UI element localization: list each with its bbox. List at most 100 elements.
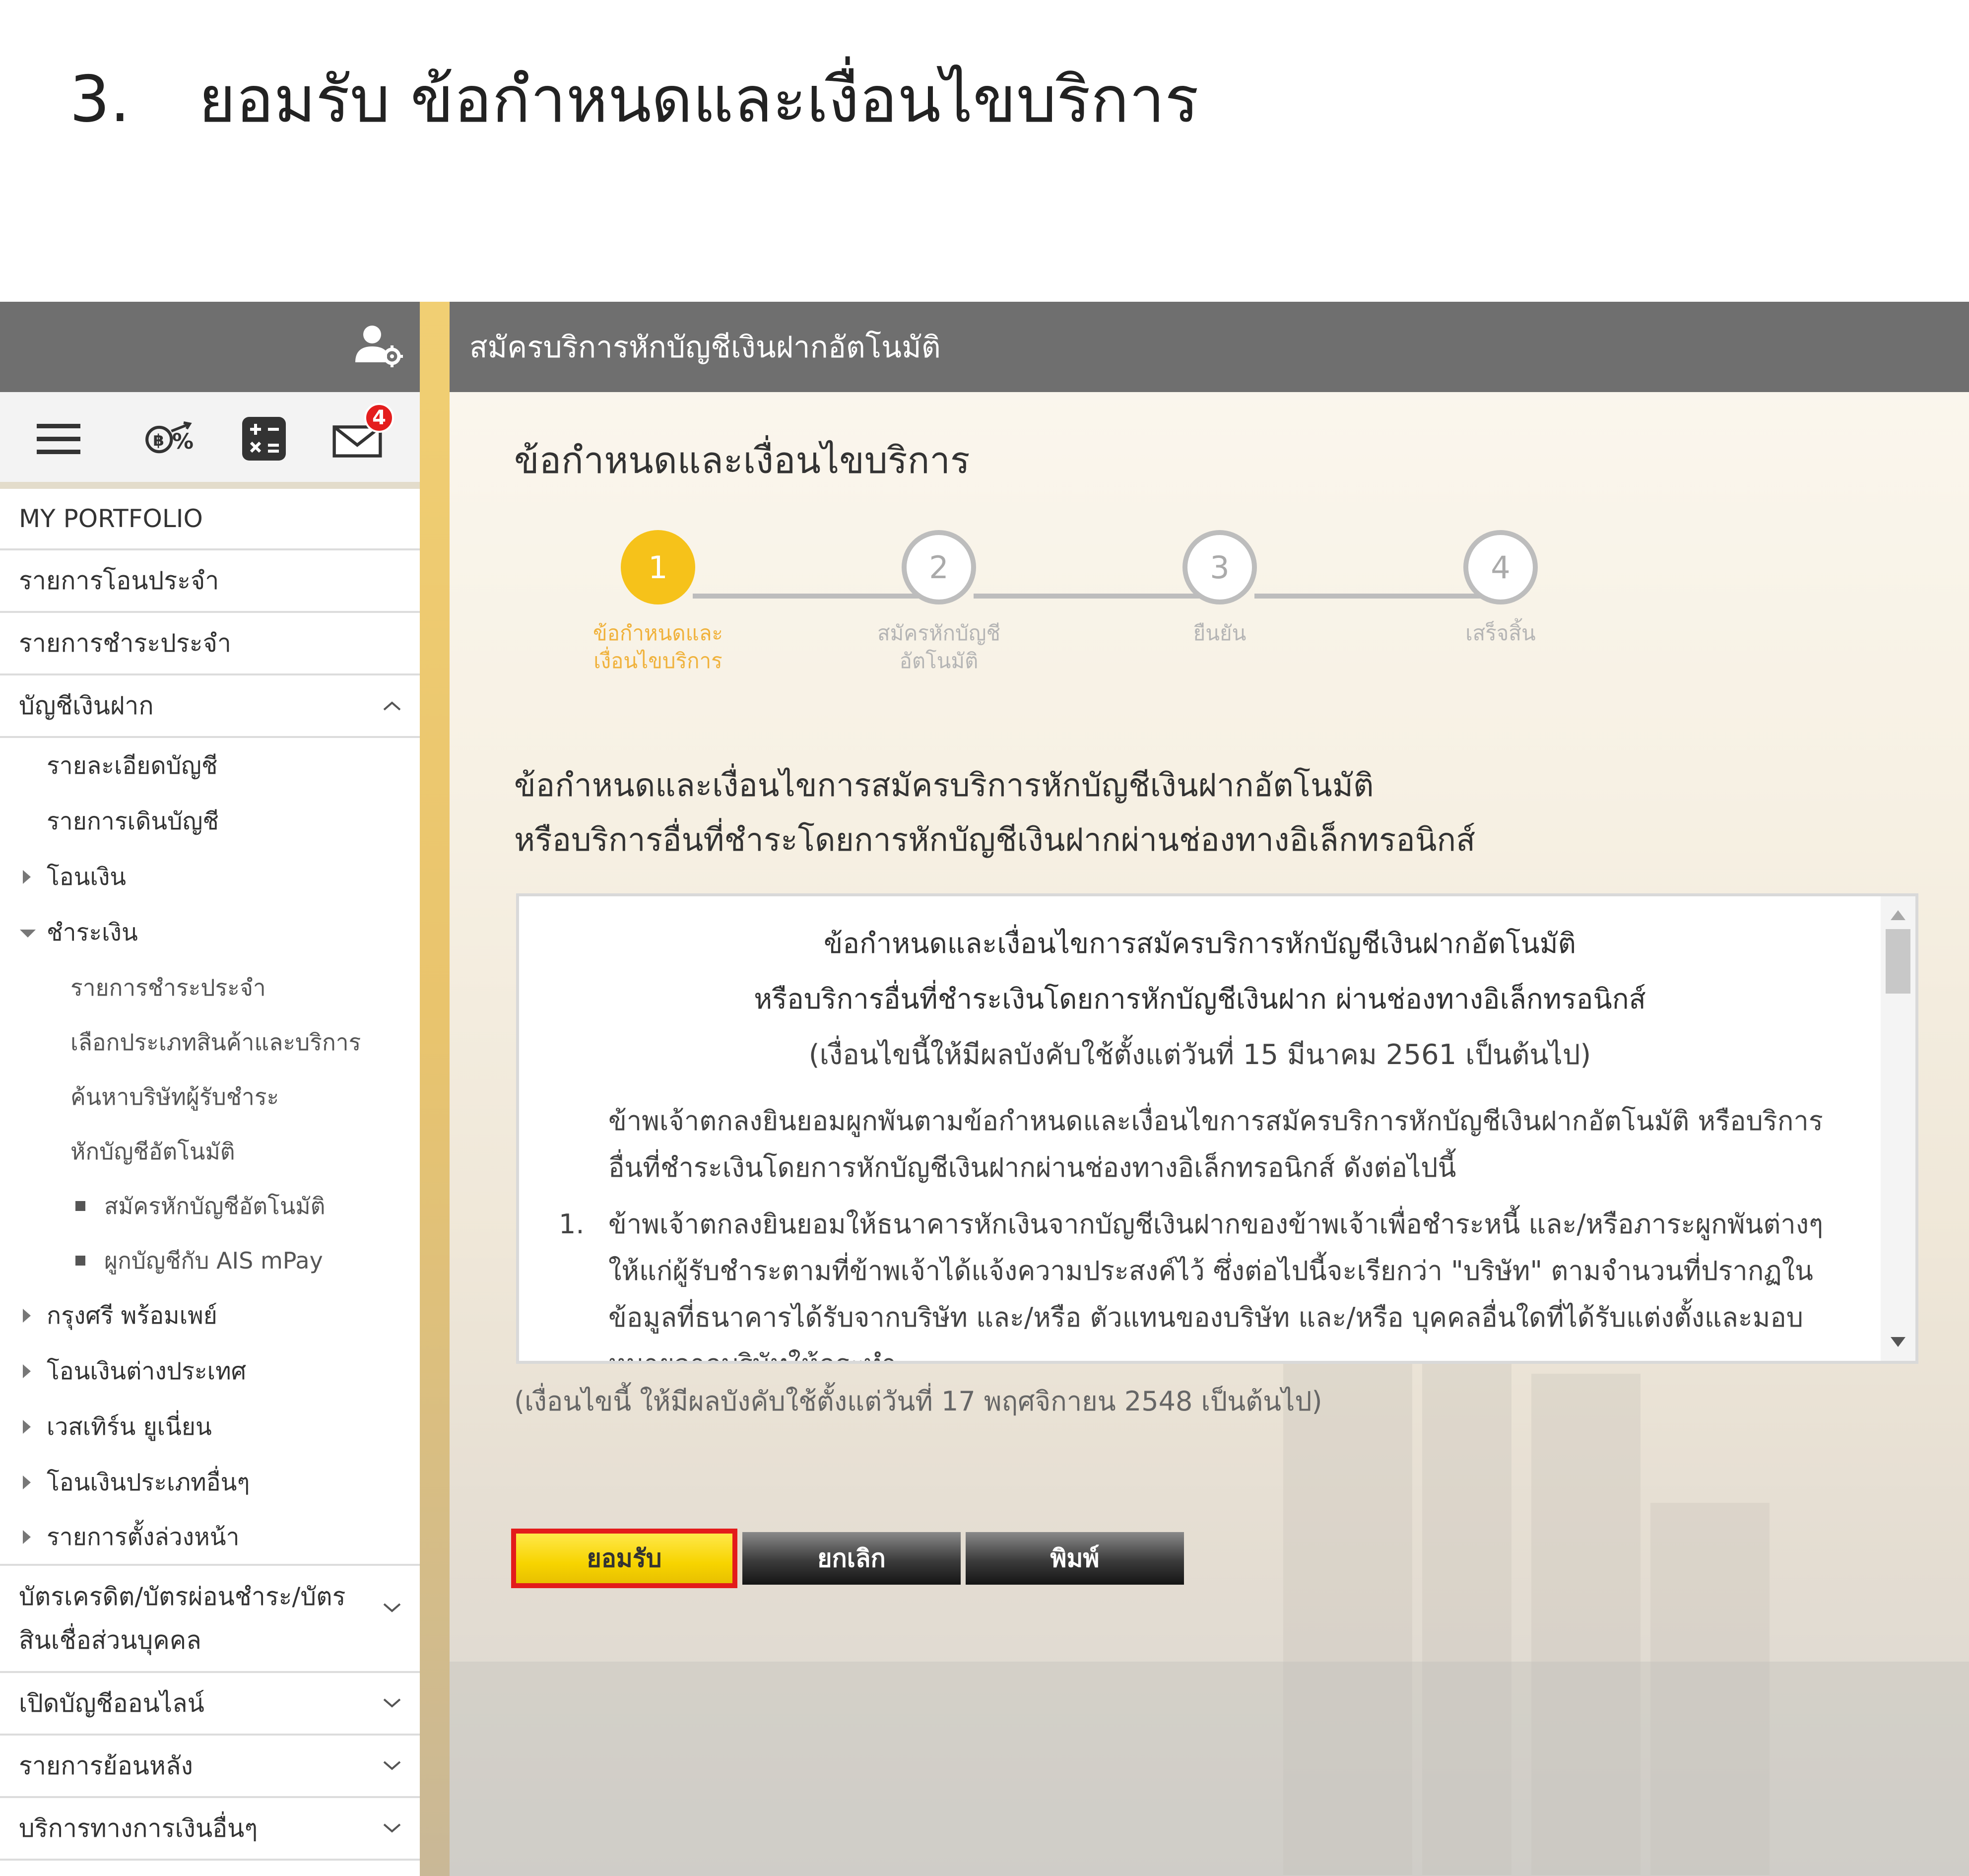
fx-exchange-icon[interactable]: ฿ % [144, 414, 194, 464]
sidebar-item-label: รายการย้อนหลัง [19, 1751, 193, 1780]
chevron-down-icon [383, 1698, 401, 1708]
step-3: 3 ยืนยัน [1116, 530, 1324, 647]
sidebar-sub-account-movement[interactable]: รายการเดินบัญชี [0, 794, 420, 849]
terms-box-title: หรือบริการอื่นที่ชำระเงินโดยการหักบัญชีเ… [754, 983, 1646, 1015]
sidebar-item-cards[interactable]: บัตรเครดิต/บัตรผ่อนชำระ/บัตร สินเชื่อส่ว… [0, 1566, 420, 1673]
sidebar-sub-label: โอนเงิน [47, 863, 127, 891]
sidebar-item-recurring-transfer[interactable]: รายการโอนประจำ [0, 550, 420, 613]
mail-count-badge: 4 [364, 403, 394, 433]
sidebar-sub-select-service-type[interactable]: เลือกประเภทสินค้าและบริการ [0, 1015, 420, 1070]
sidebar-sub-label: กรุงศรี พร้อมเพย์ [47, 1302, 217, 1330]
clause-number: 1. [559, 1208, 585, 1240]
caret-right-icon [23, 1420, 31, 1434]
bullet-square-icon [75, 1201, 85, 1211]
sidebar-sub-search-biller[interactable]: ค้นหาบริษัทผู้รับชำระ [0, 1070, 420, 1124]
caret-down-icon [20, 930, 36, 938]
chevron-up-icon [383, 701, 401, 711]
sidebar-top-bar [0, 302, 420, 392]
scroll-down-arrow-icon[interactable] [1891, 1337, 1905, 1347]
page-heading: 3. ยอมรับ ข้อกำหนดและเงื่อนไขบริการ [69, 50, 1199, 149]
sidebar-sub-label: รายการเดินบัญชี [47, 807, 219, 835]
main-content: สมัครบริการหักบัญชีเงินฝากอัตโนมัติ ข้อก… [450, 302, 1969, 1876]
sidebar-item-deposit-account[interactable]: บัญชีเงินฝาก [0, 675, 420, 738]
step-circle: 3 [1182, 530, 1257, 604]
terms-heading-line: ข้อกำหนดและเงื่อนไขการสมัครบริการหักบัญช… [514, 767, 1374, 804]
sidebar-sub-other-transfer[interactable]: โอนเงินประเภทอื่นๆ [0, 1455, 420, 1510]
section-title: ข้อกำหนดและเงื่อนไขบริการ [514, 439, 970, 482]
sidebar-item-my-portfolio[interactable]: MY PORTFOLIO [0, 489, 420, 550]
sidebar-sub-scheduled[interactable]: รายการตั้งล่วงหน้า [0, 1510, 420, 1566]
sidebar-sub-label: หักบัญชีอัตโนมัติ [70, 1138, 235, 1165]
svg-text:฿: ฿ [153, 431, 164, 450]
caret-right-icon [23, 870, 31, 884]
sidebar-item-label: MY PORTFOLIO [19, 504, 203, 533]
chevron-down-icon [383, 1761, 401, 1770]
step-circle: 2 [902, 530, 976, 604]
terms-heading: ข้อกำหนดและเงื่อนไขการสมัครบริการหักบัญช… [514, 758, 1475, 868]
sidebar-sub-western-union[interactable]: เวสเทิร์น ยูเนี่ยน [0, 1399, 420, 1455]
sidebar-sub-transfer[interactable]: โอนเงิน [0, 849, 420, 905]
step-label: เสร็จสิ้น [1465, 621, 1536, 645]
step-label: ยืนยัน [1193, 621, 1247, 645]
step-2: 2 สมัครหักบัญชีอัตโนมัติ [835, 530, 1043, 675]
terms-heading-line: หรือบริการอื่นที่ชำระโดยการหักบัญชีเงินฝ… [514, 822, 1476, 859]
sidebar-sub-label: สมัครหักบัญชีอัตโนมัติ [104, 1192, 326, 1219]
mail-icon[interactable]: 4 [332, 403, 394, 464]
cancel-button[interactable]: ยกเลิก [742, 1532, 961, 1585]
scroll-thumb[interactable] [1886, 929, 1910, 994]
sidebar-item-open-account-online[interactable]: เปิดบัญชีออนไลน์ [0, 1673, 420, 1736]
background-water [450, 1662, 1969, 1876]
sidebar-sub-label: โอนเงินประเภทอื่นๆ [47, 1469, 250, 1496]
sidebar-item-other-services[interactable]: บริการทางการเงินอื่นๆ [0, 1798, 420, 1861]
sidebar-sub-link-ais-mpay[interactable]: ผูกบัญชีกับ AIS mPay [0, 1233, 420, 1288]
scroll-up-arrow-icon[interactable] [1891, 910, 1905, 920]
sidebar-sub-apply-auto-debit[interactable]: สมัครหักบัญชีอัตโนมัติ [0, 1179, 420, 1233]
sidebar-sub-label: รายการตั้งล่วงหน้า [47, 1523, 240, 1551]
step-label: อัตโนมัติ [899, 649, 979, 673]
heading-number: 3. [69, 62, 131, 136]
sidebar-sub-payment[interactable]: ชำระเงิน [0, 905, 420, 960]
sidebar-item-label: บัญชีเงินฝาก [19, 691, 154, 720]
step-circle: 4 [1463, 530, 1538, 604]
step-label: เงื่อนไขบริการ [593, 649, 722, 673]
terms-scrollbar[interactable] [1881, 896, 1915, 1361]
sidebar-sub-label: รายละเอียดบัญชี [47, 752, 218, 780]
step-label: ข้อกำหนดและ [593, 621, 723, 645]
print-button[interactable]: พิมพ์ [966, 1532, 1184, 1585]
progress-stepper: 1 ข้อกำหนดและเงื่อนไขบริการ 2 สมัครหักบั… [450, 530, 1591, 679]
sidebar-item-recurring-payment[interactable]: รายการชำระประจำ [0, 613, 420, 675]
svg-text:%: % [172, 429, 194, 454]
clause-text: ข้าพเจ้าตกลงยินยอมให้ธนาคารหักเงินจากบัญ… [608, 1208, 1824, 1361]
main-header-title: สมัครบริการหักบัญชีเงินฝากอัตโนมัติ [469, 330, 941, 365]
terms-effective-date: (เงื่อนไขนี้ให้มีผลบังคับใช้ตั้งแต่วันที… [808, 1039, 1591, 1071]
caret-right-icon [23, 1309, 31, 1323]
accept-button[interactable]: ยอมรับ [511, 1529, 737, 1588]
step-label: สมัครหักบัญชี [877, 621, 1001, 645]
sidebar-sub-auto-debit[interactable]: หักบัญชีอัตโนมัติ [0, 1124, 420, 1179]
profile-settings-icon[interactable] [353, 324, 403, 368]
chevron-down-icon [383, 1823, 401, 1833]
sidebar-sub-recurring-payment[interactable]: รายการชำระประจำ [0, 960, 420, 1015]
sidebar-sub-international-transfer[interactable]: โอนเงินต่างประเทศ [0, 1343, 420, 1399]
sidebar-sub-label: เวสเทิร์น ยูเนี่ยน [47, 1413, 212, 1441]
sidebar-sub-label: ค้นหาบริษัทผู้รับชำระ [70, 1083, 279, 1110]
calculator-icon[interactable] [239, 414, 289, 464]
sidebar-sub-account-detail[interactable]: รายละเอียดบัญชี [0, 738, 420, 794]
sidebar-sub-label: รายการชำระประจำ [70, 974, 266, 1001]
sidebar-sub-label: ชำระเงิน [47, 919, 138, 946]
terms-scroll-box[interactable]: ข้อกำหนดและเงื่อนไขการสมัครบริการหักบัญช… [516, 893, 1918, 1364]
sidebar-sub-krungsri-promptpay[interactable]: กรุงศรี พร้อมเพย์ [0, 1288, 420, 1343]
caret-right-icon [23, 1364, 31, 1378]
caret-right-icon [23, 1530, 31, 1544]
hamburger-menu-icon[interactable] [34, 414, 83, 464]
sidebar-item-label: รายการชำระประจำ [19, 628, 231, 658]
sidebar-item-label: บริการทางการเงินอื่นๆ [19, 1813, 258, 1843]
terms-box-title: ข้อกำหนดและเงื่อนไขการสมัครบริการหักบัญช… [824, 928, 1576, 960]
sidebar-item-history[interactable]: รายการย้อนหลัง [0, 1736, 420, 1798]
action-buttons: ยอมรับ ยกเลิก พิมพ์ [511, 1529, 1184, 1588]
heading-text: ยอมรับ ข้อกำหนดและเงื่อนไขบริการ [198, 63, 1199, 137]
sidebar-item-label: รายการโอนประจำ [19, 566, 219, 595]
terms-clause: 1. ข้าพเจ้าตกลงยินยอมให้ธนาคารหักเงินจาก… [549, 1201, 1851, 1361]
step-circle: 1 [621, 530, 695, 604]
terms-content: ข้อกำหนดและเงื่อนไขการสมัครบริการหักบัญช… [519, 896, 1881, 1361]
